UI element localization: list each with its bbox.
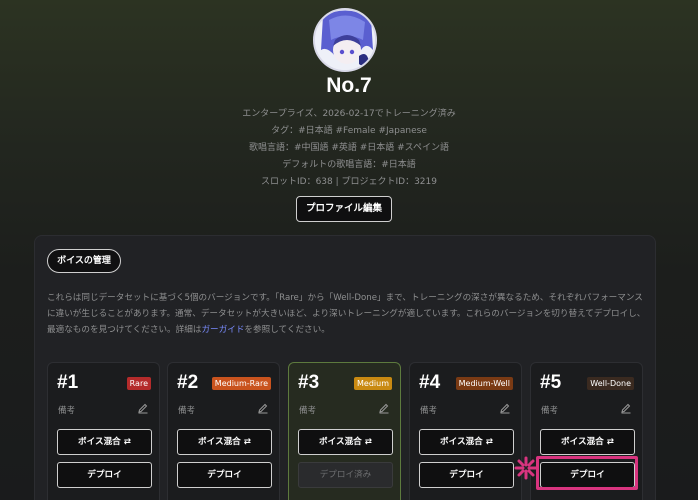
- version-number: #1: [57, 372, 79, 393]
- voice-mix-button[interactable]: ボイス混合 ⇄: [419, 429, 514, 455]
- note-label: 備考: [420, 406, 438, 416]
- deploy-button[interactable]: デプロイ: [540, 462, 635, 488]
- pencil-icon[interactable]: [499, 402, 511, 414]
- deploy-button[interactable]: デプロイ: [57, 462, 152, 488]
- version-number: #4: [419, 372, 441, 393]
- ids-info: スロットID：638 | プロジェクトID：3219: [260, 177, 437, 187]
- voice-mix-button[interactable]: ボイス混合 ⇄: [177, 429, 272, 455]
- version-card-3: #3 Medium 備考 ボイス混合 ⇄ デプロイ済み: [288, 362, 401, 500]
- pencil-icon[interactable]: [257, 402, 269, 414]
- version-badge: Medium: [354, 377, 392, 390]
- voice-mix-button[interactable]: ボイス混合 ⇄: [540, 429, 635, 455]
- voice-description: これらは同じデータセットに基づく5個のバージョンです。「Rare」から「Well…: [47, 290, 647, 338]
- version-badge: Rare: [126, 377, 151, 390]
- deployed-button: デプロイ済み: [298, 462, 393, 488]
- trained-info: エンタープライズ、2026-02-17でトレーニング済み: [242, 109, 456, 119]
- tags-info: タグ：#日本語 #Female #Japanese: [271, 126, 427, 136]
- version-card-1: #1 Rare 備考 ボイス混合 ⇄ デプロイ: [47, 362, 160, 500]
- default-language-info: デフォルトの歌唱言語：#日本語: [282, 160, 416, 170]
- note-label: 備考: [299, 406, 317, 416]
- pencil-icon[interactable]: [378, 402, 390, 414]
- singing-languages-info: 歌唱言語：#中国語 #英語 #日本語 #スペイン語: [248, 143, 450, 153]
- description-text-end: を参照してください。: [244, 325, 330, 335]
- note-label: 備考: [178, 406, 196, 416]
- version-number: #2: [177, 372, 199, 393]
- version-number: #5: [540, 372, 562, 393]
- edit-profile-button[interactable]: プロファイル編集: [296, 196, 392, 222]
- profile-name: No.7: [326, 74, 372, 97]
- version-number: #3: [298, 372, 320, 393]
- deploy-button[interactable]: デプロイ: [419, 462, 514, 488]
- version-badge: Well-Done: [587, 377, 634, 390]
- version-card-4: #4 Medium-Well 備考 ボイス混合 ⇄ デプロイ: [409, 362, 522, 500]
- version-badge: Medium-Rare: [211, 377, 271, 390]
- voice-mix-button[interactable]: ボイス混合 ⇄: [57, 429, 152, 455]
- version-card-5: #5 Well-Done 備考 ボイス混合 ⇄ デプロイ: [530, 362, 643, 500]
- pencil-icon[interactable]: [137, 402, 149, 414]
- pencil-icon[interactable]: [620, 402, 632, 414]
- deploy-button[interactable]: デプロイ: [177, 462, 272, 488]
- voice-mix-button[interactable]: ボイス混合 ⇄: [298, 429, 393, 455]
- note-label: 備考: [58, 406, 76, 416]
- note-label: 備考: [541, 406, 559, 416]
- avatar: [313, 8, 377, 72]
- description-text: これらは同じデータセットに基づく5個のバージョンです。「Rare」から「Well…: [47, 293, 646, 335]
- guide-link[interactable]: ガーガイド: [201, 325, 244, 335]
- voice-management-tab[interactable]: ボイスの管理: [47, 249, 121, 273]
- sparkle-icon: [514, 456, 538, 480]
- version-card-2: #2 Medium-Rare 備考 ボイス混合 ⇄ デプロイ: [167, 362, 280, 500]
- version-badge: Medium-Well: [455, 377, 513, 390]
